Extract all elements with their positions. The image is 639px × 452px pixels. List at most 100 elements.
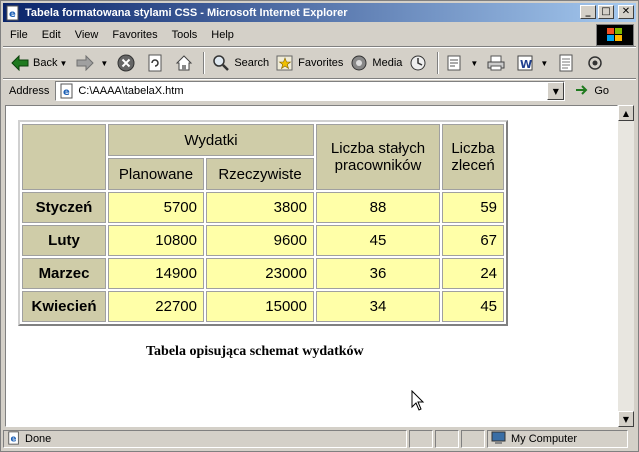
status-zone-panel: My Computer [487,430,628,448]
planned-cell: 10800 [108,225,204,256]
orders-cell: 67 [442,225,504,256]
close-button[interactable]: ✕ [618,5,634,19]
print-button[interactable] [483,50,512,76]
staff-cell: 88 [316,192,440,223]
month-cell: Luty [22,225,106,256]
forward-button[interactable]: ▼ [72,50,113,76]
table-row: Kwiecień 22700 15000 34 45 [22,291,504,322]
go-label: Go [594,85,610,97]
toolbar-separator [437,52,440,74]
history-button[interactable] [405,50,434,76]
vertical-scrollbar[interactable]: ▲ ▼ [618,105,634,427]
scroll-track[interactable] [618,121,634,411]
windows-logo-icon [596,24,634,46]
media-label: Media [372,57,403,69]
menu-edit[interactable]: Edit [35,29,68,41]
corner-cell [22,124,106,190]
minimize-button[interactable]: _ [580,5,596,19]
svg-text:e: e [9,9,16,20]
media-button[interactable]: Media [346,50,405,76]
actual-cell: 15000 [206,291,314,322]
favorites-star-icon [275,53,295,73]
chevron-down-icon[interactable]: ▼ [540,59,548,68]
status-panel [409,430,433,448]
stop-button[interactable] [113,50,142,76]
actual-cell: 3800 [206,192,314,223]
actual-cell: 23000 [206,258,314,289]
home-button[interactable] [171,50,200,76]
messenger-button[interactable] [582,50,611,76]
header-orders: Liczba zleceń [442,124,504,190]
status-panel [461,430,485,448]
maximize-button[interactable]: □ [598,5,614,19]
media-icon [349,53,369,73]
forward-arrow-icon [75,53,95,73]
history-icon [408,53,428,73]
month-cell: Kwiecień [22,291,106,322]
favorites-label: Favorites [298,57,344,69]
header-staff-line1: Liczba stałych [330,140,426,157]
menu-help[interactable]: Help [204,29,241,41]
refresh-button[interactable] [142,50,171,76]
search-button[interactable]: Search [208,50,272,76]
chevron-down-icon[interactable]: ▼ [59,59,67,68]
svg-text:e: e [63,87,70,98]
messenger-icon [585,53,605,73]
menu-tools[interactable]: Tools [165,29,205,41]
refresh-icon [145,53,165,73]
go-button[interactable]: Go [575,83,609,100]
svg-text:W: W [520,58,532,71]
status-panel [435,430,459,448]
my-computer-icon [491,431,507,448]
printer-icon [486,53,506,73]
chevron-down-icon[interactable]: ▼ [470,59,478,68]
mouse-cursor-icon [411,390,425,411]
home-icon [174,53,194,73]
mail-button[interactable]: ▼ [442,50,483,76]
go-arrow-icon [575,83,591,100]
status-page-icon: e [7,430,21,448]
header-orders-line2: zleceń [451,157,495,174]
window-title: Tabela formatowana stylami CSS - Microso… [25,6,348,19]
actual-cell: 9600 [206,225,314,256]
address-input[interactable]: e C:\AAAA\tabelaX.htm ▼ [55,81,566,101]
scroll-down-button[interactable]: ▼ [618,411,634,427]
staff-cell: 34 [316,291,440,322]
chevron-down-icon[interactable]: ▼ [100,59,108,68]
title-bar[interactable]: e Tabela formatowana stylami CSS - Micro… [3,3,636,22]
zone-text: My Computer [511,433,578,445]
status-text: Done [25,433,52,445]
orders-cell: 45 [442,291,504,322]
table-row: Marzec 14900 23000 36 24 [22,258,504,289]
ie-page-icon: e [5,5,21,21]
orders-cell: 24 [442,258,504,289]
back-button[interactable]: Back ▼ [7,50,72,76]
month-cell: Styczeń [22,192,106,223]
table-caption: Tabela opisująca schemat wydatków [146,344,364,359]
back-arrow-icon [10,53,30,73]
header-planned: Planowane [108,158,204,190]
svg-text:e: e [11,434,17,444]
address-bar: Address e C:\AAAA\tabelaX.htm ▼ Go [3,80,636,102]
planned-cell: 22700 [108,291,204,322]
edit-button[interactable]: W ▼ [512,50,553,76]
menu-favorites[interactable]: Favorites [105,29,164,41]
header-expenses-group: Wydatki [108,124,314,156]
table-row: Styczeń 5700 3800 88 59 [22,192,504,223]
page-icon: e [59,83,75,99]
staff-cell: 36 [316,258,440,289]
address-value: C:\AAAA\tabelaX.htm [78,85,184,97]
favorites-button[interactable]: Favorites [272,50,346,76]
page-content[interactable]: Wydatki Liczba stałych pracowników Liczb… [5,105,618,427]
status-bar: e Done My Computer [3,429,636,449]
menu-view[interactable]: View [68,29,106,41]
expenses-table: Wydatki Liczba stałych pracowników Liczb… [18,120,508,326]
scroll-up-button[interactable]: ▲ [618,105,634,121]
address-label: Address [9,85,50,97]
menu-file[interactable]: File [3,29,35,41]
month-cell: Marzec [22,258,106,289]
table-row: Luty 10800 9600 45 67 [22,225,504,256]
document-icon [556,53,576,73]
discuss-button[interactable] [553,50,582,76]
address-dropdown-button[interactable]: ▼ [547,82,565,100]
